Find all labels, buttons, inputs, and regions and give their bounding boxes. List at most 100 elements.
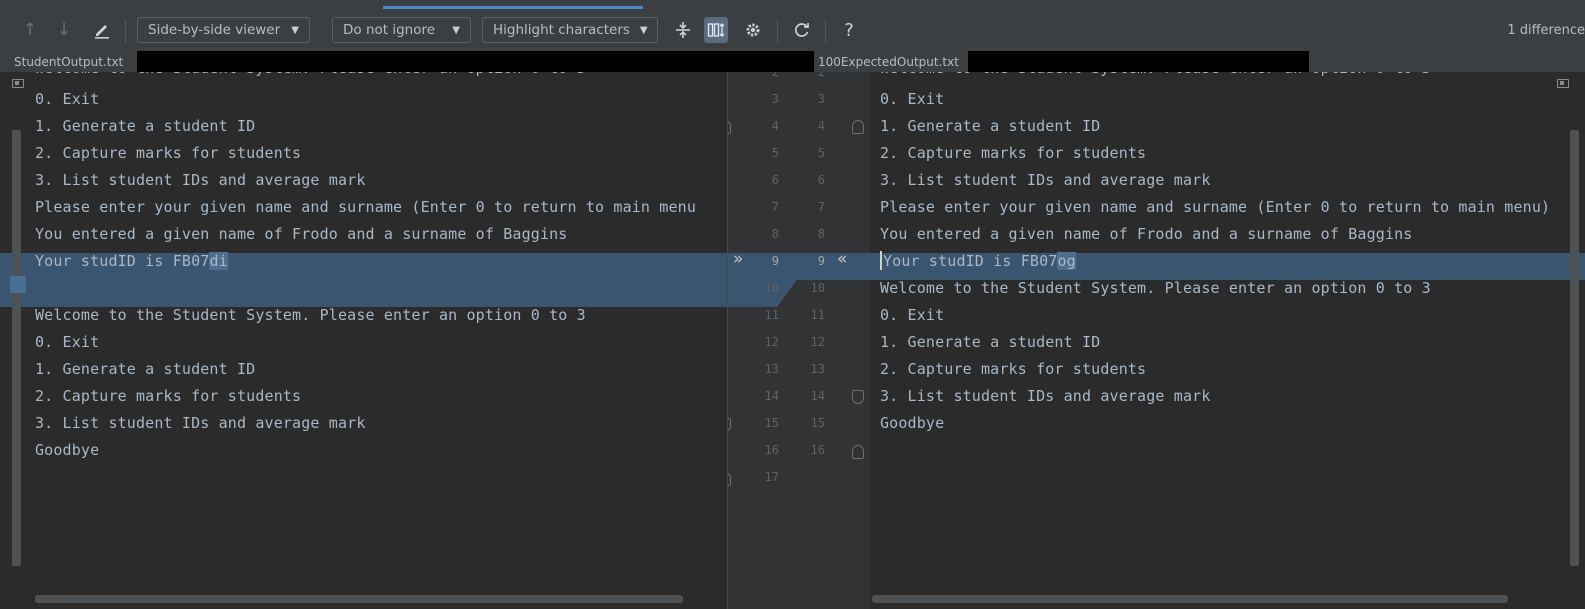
left-line-number: 2 [771,72,779,79]
editor-line: 1. Generate a student ID [35,360,256,378]
editor-line: 3. List student IDs and average mark [35,414,366,432]
changed-line: Your studID is FB07og [880,248,1076,275]
left-line-number: 8 [771,227,779,241]
next-difference-icon[interactable]: ↓ [52,17,76,43]
ignore-whitespace-dropdown[interactable]: Do not ignore ▼ [332,17,471,43]
left-line-number: 14 [764,389,779,403]
editor-line: Welcome to the Student System. Please en… [35,306,586,324]
right-vertical-scrollbar[interactable] [1570,130,1579,566]
right-line-number: 2 [817,72,825,79]
chevron-down-icon: ▼ [639,24,648,36]
right-line-number: 5 [817,146,825,160]
right-line-number: 6 [817,173,825,187]
sync-scroll-toggle-icon[interactable] [704,17,728,43]
right-line-number: 15 [810,416,825,430]
left-line-number: 17 [764,470,779,484]
editor-line: 0. Exit [880,306,945,324]
viewer-mode-dropdown[interactable]: Side-by-side viewer ▼ [137,17,310,43]
apply-change-right-icon[interactable]: « [837,249,847,269]
collapse-unchanged-icon[interactable] [671,17,695,43]
changed-characters: di [209,252,228,270]
left-line-number: 12 [764,335,779,349]
right-line-number: 10 [810,281,825,295]
editor-line: 0. Exit [880,90,945,108]
right-line-number: 7 [817,200,825,214]
editor-line: Please enter your given name and surname… [880,198,1551,216]
left-vertical-scrollbar[interactable] [12,130,21,566]
editor-line: 0. Exit [35,333,100,351]
refresh-compare-icon[interactable] [790,17,814,43]
gear-icon[interactable] [741,17,765,43]
fold-marker-icon[interactable] [852,445,864,459]
left-line-number: 6 [771,173,779,187]
right-horizontal-scrollbar[interactable] [872,595,1508,603]
editor-line: Goodbye [880,414,945,432]
fold-marker-icon[interactable] [852,120,864,134]
left-line-number: 3 [771,92,779,106]
toolbar-separator [777,19,778,43]
editor-line: 1. Generate a student ID [880,117,1101,135]
chevron-down-icon: ▼ [452,24,460,36]
edit-source-icon[interactable] [90,17,114,43]
left-line-number: 16 [764,443,779,457]
previous-difference-icon[interactable]: ↑ [18,17,42,43]
changed-line-prefix: Your studID is FB07 [35,252,210,270]
editor-line: 2. Capture marks for students [880,144,1147,162]
editor-line: Welcome to the Student System. Please en… [880,279,1431,297]
changed-line: Your studID is FB07di [35,248,228,275]
editor-line: 3. List student IDs and average mark [35,171,366,189]
toolbar-separator [125,19,126,43]
diff-toolbar: ↑ ↓ Side-by-side viewer ▼ Do not ignore … [0,0,1585,50]
diff-gutter: 2 3 4 5 6 7 8 9 10 11 12 13 14 15 16 17 … [727,72,870,609]
editor-line: 0. Exit [35,90,100,108]
pane-divider[interactable] [727,72,728,609]
editor-layout-icon[interactable] [12,79,24,88]
editor-line: Goodbye [35,441,100,459]
editor-line: Please enter your given name and surname… [35,198,697,216]
editor-line: You entered a given name of Frodo and a … [880,225,1413,243]
editor-layout-icon[interactable] [1557,79,1569,88]
right-line-number: 4 [817,119,825,133]
editor-line: 3. List student IDs and average mark [880,387,1211,405]
editor-line: 3. List student IDs and average mark [880,171,1211,189]
redacted-path-left [137,51,814,72]
text-cursor [880,251,882,270]
left-line-number: 4 [771,119,779,133]
left-file-name: StudentOutput.txt [14,55,124,69]
right-editor-pane[interactable]: Welcome to the Student System. Please en… [870,72,1585,609]
left-horizontal-scrollbar[interactable] [35,595,683,603]
right-line-number: 8 [817,227,825,241]
chevron-down-icon: ▼ [291,24,299,36]
editor-line: 2. Capture marks for students [35,387,302,405]
left-editor-pane[interactable]: Welcome to the Student System. Please en… [0,72,727,609]
highlight-mode-label: Highlight characters [493,22,630,38]
left-line-number: 11 [764,308,779,322]
highlight-mode-dropdown[interactable]: Highlight characters ▼ [482,17,658,43]
right-line-number: 14 [810,389,825,403]
apply-change-left-icon[interactable]: » [733,249,743,269]
editor-line: 2. Capture marks for students [880,360,1147,378]
fold-marker-icon[interactable] [852,390,864,404]
left-line-number: 10 [764,281,779,295]
left-line-number: 5 [771,146,779,160]
help-icon[interactable]: ? [837,17,861,43]
changed-line-prefix: Your studID is FB07 [883,252,1058,270]
left-line-number: 9 [771,254,779,268]
editor-line: 2. Capture marks for students [35,144,302,162]
editor-line: Welcome to the Student System. Please en… [880,72,1431,82]
viewer-mode-label: Side-by-side viewer [148,22,281,38]
editor-line: You entered a given name of Frodo and a … [35,225,568,243]
change-marker [10,276,26,293]
left-line-number: 7 [771,200,779,214]
changed-characters: og [1057,252,1076,270]
editor-line: 1. Generate a student ID [880,333,1101,351]
right-line-number: 9 [817,254,825,268]
toolbar-separator [825,19,826,43]
editor-line: Welcome to the Student System. Please en… [35,72,586,82]
right-line-number: 11 [810,308,825,322]
editor-line: 1. Generate a student ID [35,117,256,135]
loading-progress-bar [383,6,643,9]
ignore-mode-label: Do not ignore [343,22,436,38]
left-line-number: 13 [764,362,779,376]
redacted-path-right [968,51,1309,72]
